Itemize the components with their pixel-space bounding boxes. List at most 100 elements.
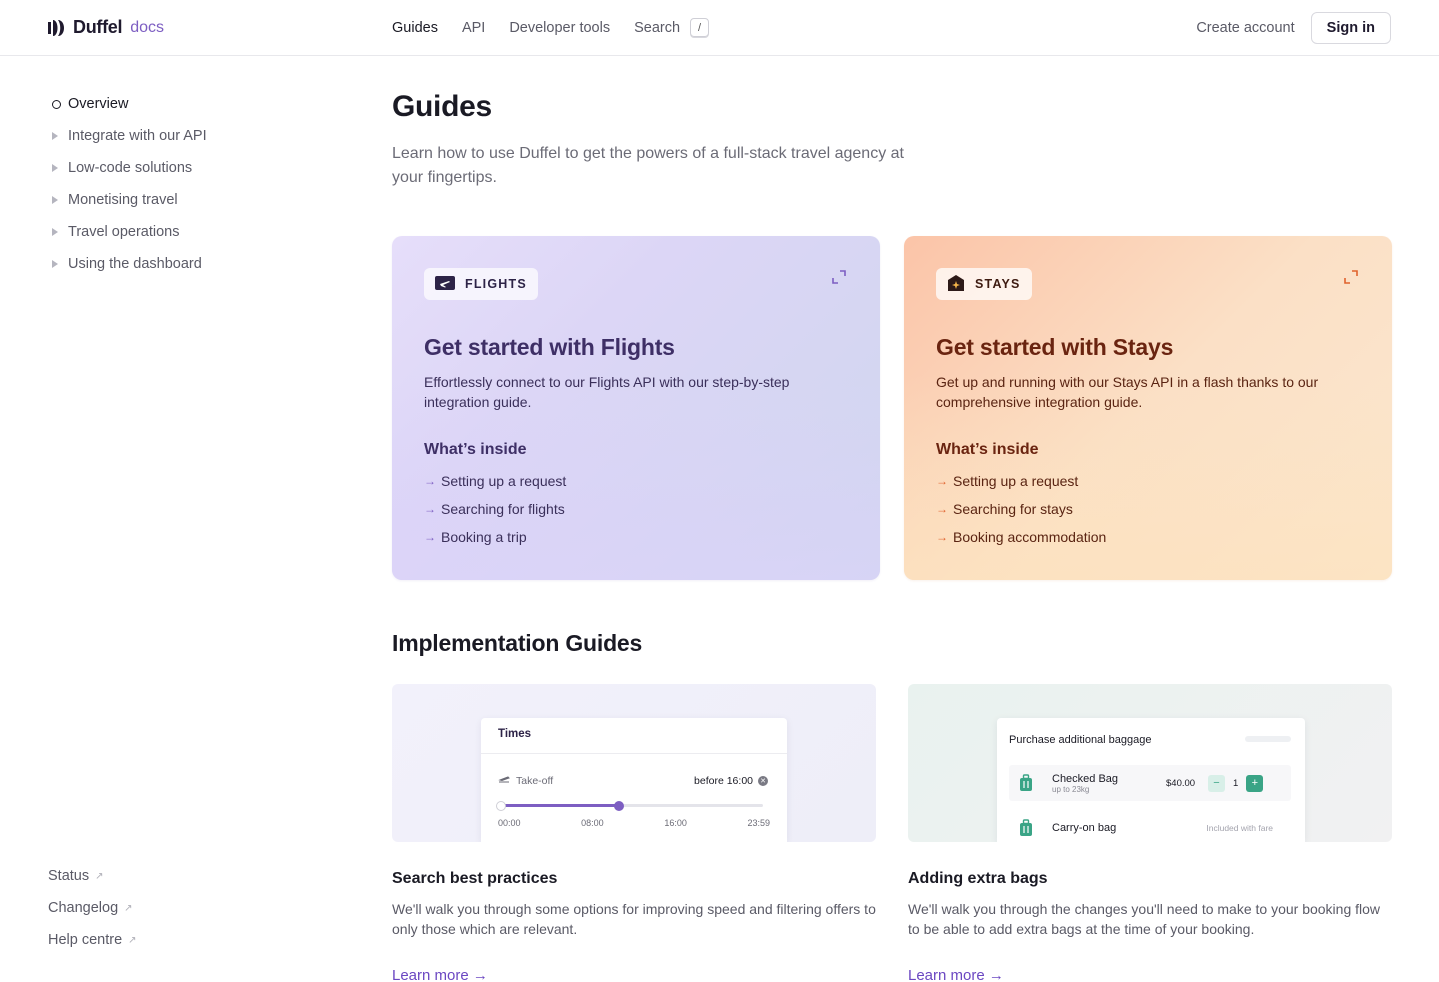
bag-weight: up to 23kg [1052, 784, 1090, 794]
guide-search-best-practices[interactable]: Times Take-off before 16:00 ✕ 00:00 08:0… [392, 684, 876, 982]
baggage-preview: Purchase additional baggage Checked Bag … [997, 718, 1305, 842]
sidebar-item-label: Overview [68, 96, 129, 112]
stays-inside-list: → Setting up a request → Searching for sta… [936, 467, 1360, 551]
stays-badge: STAYS [936, 268, 1032, 300]
sign-in-button[interactable]: Sign in [1310, 12, 1391, 44]
plus-icon: + [1246, 774, 1264, 792]
carry-on-bag-row: Carry-on bag Included with fare [1009, 810, 1291, 842]
nav-guides[interactable]: Guides [392, 20, 438, 36]
times-header: Times [481, 718, 787, 754]
arrow-right-icon: → [936, 474, 948, 488]
sidebar-footer-links: Status ↗ Changelog ↗ Help centre ↗ [48, 860, 137, 956]
flights-card[interactable]: FLIGHTS Get started with Flights Effortl… [392, 236, 880, 580]
expand-icon[interactable] [1344, 270, 1358, 289]
nav-api[interactable]: API [462, 20, 485, 36]
learn-more-link[interactable]: Learn more → [392, 967, 488, 982]
included-note: Included with fare [1206, 823, 1273, 833]
skeleton-placeholder [1245, 736, 1291, 742]
list-item[interactable]: → Booking a trip [424, 523, 848, 551]
flights-card-description: Effortlessly connect to our Flights API … [424, 374, 790, 410]
flights-card-title: Get started with Flights [424, 334, 675, 360]
stays-badge-label: STAYS [975, 277, 1021, 291]
guide-adding-extra-bags[interactable]: Purchase additional baggage Checked Bag … [908, 684, 1392, 982]
expand-triangle-icon [52, 196, 58, 204]
sidebar-item-label: Low-code solutions [68, 160, 193, 176]
guide-title: Search best practices [392, 870, 558, 887]
minus-icon: − [1208, 774, 1225, 792]
status-link[interactable]: Status ↗ [48, 860, 137, 892]
bag-name: Carry-on bag [1052, 822, 1117, 834]
suitcase-icon [1009, 819, 1043, 837]
sidebar-item-label: Travel operations [68, 224, 180, 240]
plane-ticket-icon [435, 275, 455, 293]
page-title: Guides [392, 90, 492, 123]
sidebar-item-travel-operations[interactable]: Travel operations [48, 216, 348, 248]
quantity-value: 1 [1233, 777, 1239, 789]
list-item[interactable]: → Searching for flights [424, 495, 848, 523]
stays-card[interactable]: STAYS Get started with Stays Get up and … [904, 236, 1392, 580]
learn-more-link[interactable]: Learn more → [908, 967, 1004, 982]
search-shortcut-key: / [690, 18, 710, 37]
tick-label: 23:59 [747, 818, 770, 828]
arrow-right-icon: → [424, 474, 436, 488]
expand-triangle-icon [52, 164, 58, 172]
stays-inside-title: What’s inside [936, 441, 1039, 458]
external-link-icon: ↗ [124, 902, 133, 914]
current-circle-icon [52, 99, 61, 109]
tick-label: 08:00 [581, 818, 604, 828]
sidebar-item-label: Integrate with our API [68, 128, 207, 144]
implementation-guides-title: Implementation Guides [392, 630, 643, 656]
sidebar-item-integrate[interactable]: Integrate with our API [48, 120, 348, 152]
times-filter-preview: Times Take-off before 16:00 ✕ 00:00 08:0… [481, 718, 787, 842]
help-centre-link-label: Help centre [48, 932, 123, 948]
time-range-slider [496, 800, 763, 811]
slider-ticks: 00:00 08:00 16:00 23:59 [498, 818, 770, 828]
baggage-header: Purchase additional baggage [1009, 734, 1152, 746]
sidebar-item-dashboard[interactable]: Using the dashboard [48, 248, 348, 280]
search-label: Search [634, 19, 681, 36]
sidebar-item-low-code[interactable]: Low-code solutions [48, 152, 348, 184]
sidebar-item-overview[interactable]: Overview [48, 88, 348, 120]
expand-icon[interactable] [832, 270, 846, 289]
list-item[interactable]: → Setting up a request [936, 467, 1360, 495]
slider-end-handle [614, 800, 624, 811]
list-item[interactable]: → Setting up a request [424, 467, 848, 495]
tick-label: 16:00 [664, 818, 687, 828]
expand-triangle-icon [52, 260, 58, 268]
house-star-icon [947, 274, 965, 295]
expand-triangle-icon [52, 132, 58, 140]
tick-label: 00:00 [498, 818, 521, 828]
slider-fill [501, 804, 619, 807]
list-item-label: Searching for flights [441, 501, 565, 517]
stays-card-description: Get up and running with our Stays API in… [936, 374, 1319, 410]
nav-developer-tools[interactable]: Developer tools [509, 20, 610, 36]
list-item[interactable]: → Searching for stays [936, 495, 1360, 523]
flights-badge-label: FLIGHTS [465, 277, 527, 291]
sidebar-nav: Overview Integrate with our API Low-code… [48, 88, 348, 280]
list-item-label: Booking accommodation [953, 529, 1107, 545]
search-button[interactable]: Search / [634, 18, 710, 37]
sidebar-item-monetising[interactable]: Monetising travel [48, 184, 348, 216]
changelog-link[interactable]: Changelog ↗ [48, 892, 137, 924]
arrow-right-icon: → [424, 502, 436, 516]
takeoff-row: Take-off before 16:00 ✕ [498, 774, 768, 787]
changelog-link-label: Changelog [48, 900, 119, 916]
flights-inside-list: → Setting up a request → Searching for fli… [424, 467, 848, 551]
list-item-label: Setting up a request [441, 473, 567, 489]
arrow-right-icon: → [936, 502, 948, 516]
quantity-stepper: − 1 + [1208, 774, 1264, 792]
create-account-link[interactable]: Create account [1196, 20, 1294, 36]
duffel-logo[interactable]: Duffel docs [47, 17, 164, 38]
external-link-icon: ↗ [128, 934, 137, 946]
external-link-icon: ↗ [95, 870, 104, 882]
arrow-right-icon: → [424, 530, 436, 544]
list-item-label: Setting up a request [953, 473, 1079, 489]
sidebar-item-label: Monetising travel [68, 192, 178, 208]
logo-text: Duffel [73, 17, 123, 37]
guide-description: We'll walk you through some options for … [392, 901, 876, 937]
list-item[interactable]: → Booking accommodation [936, 523, 1360, 551]
duffel-logo-icon [47, 19, 67, 37]
guide-preview-image: Purchase additional baggage Checked Bag … [908, 684, 1392, 842]
help-centre-link[interactable]: Help centre ↗ [48, 924, 137, 956]
guide-preview-image: Times Take-off before 16:00 ✕ 00:00 08:0… [392, 684, 876, 842]
